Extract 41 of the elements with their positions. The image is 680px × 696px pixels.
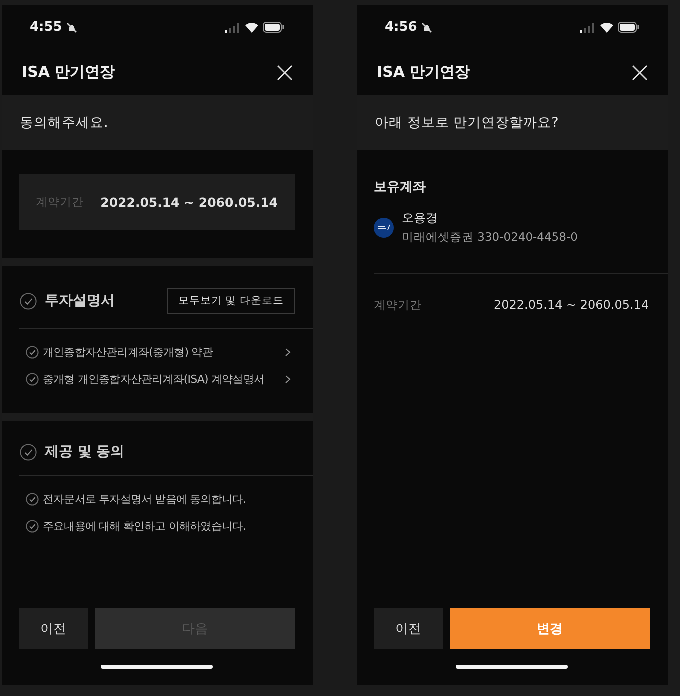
close-button[interactable] <box>277 64 293 80</box>
screen-title: ISA 만기연장 <box>22 63 116 82</box>
check-icon[interactable] <box>20 292 37 310</box>
battery-icon <box>618 22 640 33</box>
status-time: 4:56 <box>385 20 418 35</box>
back-button[interactable]: 이전 <box>19 608 88 649</box>
wifi-icon <box>245 22 259 33</box>
section-title: 제공 및 동의 <box>45 443 125 461</box>
period-label: 계약기간 <box>36 194 84 210</box>
back-button[interactable]: 이전 <box>374 608 443 649</box>
signal-icon <box>580 22 596 32</box>
prompt-text: 동의해주세요. <box>20 114 108 132</box>
close-button[interactable] <box>632 64 648 80</box>
section-title: 보유계좌 <box>374 179 427 197</box>
check-icon[interactable] <box>26 493 39 506</box>
agreement-item[interactable]: 개인종합자산관리계좌(중개형) 약관 <box>43 345 281 360</box>
agreement-item[interactable]: 전자문서로 투자설명서 받음에 동의합니다. <box>43 492 291 507</box>
account-owner: 오용경 <box>402 210 439 227</box>
check-icon[interactable] <box>20 444 37 460</box>
bank-logo-icon <box>374 218 394 238</box>
signal-icon <box>225 22 241 32</box>
bell-slash-icon <box>66 22 78 34</box>
battery-icon <box>263 22 285 33</box>
screen-title: ISA 만기연장 <box>377 63 470 82</box>
check-icon[interactable] <box>26 520 39 533</box>
chevron-icon[interactable] <box>285 348 291 357</box>
prompt-text: 아래 정보로 만기연장할까요? <box>375 114 559 132</box>
agreement-item[interactable]: 중개형 개인종합자산관리계좌(ISA) 계약설명서 <box>43 372 281 387</box>
section-title: 투자설명서 <box>45 292 115 310</box>
view-download-button[interactable]: 모두보기 및 다운로드 <box>167 288 295 314</box>
bell-slash-icon <box>421 22 434 34</box>
chevron-icon[interactable] <box>285 375 291 384</box>
wifi-icon <box>600 22 614 33</box>
period-value: 2022.05.14 ~ 2060.05.14 <box>494 298 650 313</box>
period-value: 2022.05.14 ~ 2060.05.14 <box>100 194 278 210</box>
agreement-item[interactable]: 주요내용에 대해 확인하고 이해하였습니다. <box>43 519 291 534</box>
status-time: 4:55 <box>30 20 62 35</box>
check-icon[interactable] <box>26 373 39 386</box>
check-icon[interactable] <box>26 346 39 359</box>
period-label: 계약기간 <box>374 298 423 313</box>
account-number: 미래에셋증권 330-0240-4458-0 <box>402 230 578 245</box>
